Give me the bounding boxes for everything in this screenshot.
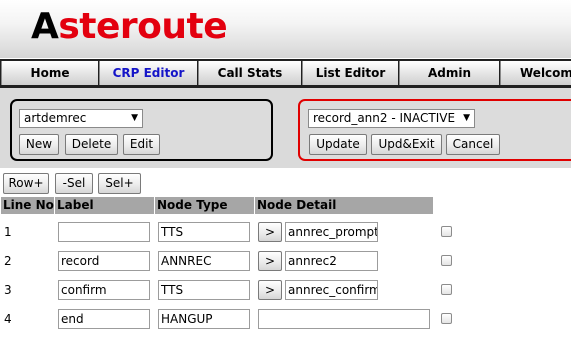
row-select-checkbox[interactable] — [441, 255, 452, 266]
main-nav: Home CRP Editor Call Stats List Editor A… — [0, 59, 571, 88]
app-logo: Asteroute — [31, 4, 228, 50]
nav-admin[interactable]: Admin — [399, 61, 499, 85]
header-label: Label — [55, 197, 154, 214]
row-select-checkbox[interactable] — [441, 313, 452, 324]
crp-edit-panel: record_ann2 - INACTIVE ▼ Update Upd&Exit… — [298, 99, 571, 161]
nav-home[interactable]: Home — [1, 61, 98, 85]
label-input[interactable]: confirm — [58, 280, 150, 300]
header-line-no: Line No — [1, 197, 54, 214]
node-detail-input[interactable]: annrec2 — [285, 251, 378, 271]
node-type-input[interactable]: TTS — [158, 222, 250, 242]
logo-rest: steroute — [58, 6, 228, 47]
header: Asteroute — [0, 0, 571, 58]
deselect-button[interactable]: -Sel — [55, 173, 93, 194]
nav-call-stats[interactable]: Call Stats — [198, 61, 301, 85]
node-detail-button[interactable]: > — [258, 280, 282, 300]
cancel-button[interactable]: Cancel — [446, 134, 500, 155]
crp-select-panel: artdemrec ▼ New Delete Edit — [10, 99, 273, 161]
label-input[interactable] — [58, 222, 150, 242]
nav-list-editor[interactable]: List Editor — [302, 61, 398, 85]
toolbar: artdemrec ▼ New Delete Edit record_ann2 … — [0, 88, 571, 168]
node-detail-button[interactable]: > — [258, 251, 282, 271]
crp-select-value: artdemrec — [24, 111, 87, 125]
node-detail-input[interactable] — [258, 309, 430, 329]
crp-select[interactable]: artdemrec ▼ — [19, 109, 143, 128]
line-number: 4 — [4, 312, 12, 326]
node-type-input[interactable]: HANGUP — [158, 309, 250, 329]
label-input[interactable]: end — [58, 309, 150, 329]
line-number: 2 — [4, 254, 12, 268]
node-detail-button[interactable]: > — [258, 222, 282, 242]
crp-status-select-value: record_ann2 - INACTIVE — [313, 111, 456, 125]
nav-welcome[interactable]: Welcome — [500, 61, 571, 85]
dropdown-arrow-icon: ▼ — [463, 113, 470, 123]
crp-status-select[interactable]: record_ann2 - INACTIVE ▼ — [308, 109, 475, 128]
node-detail-input[interactable]: annrec_prompt — [285, 222, 378, 242]
node-detail-input[interactable]: annrec_confirm — [285, 280, 378, 300]
node-type-input[interactable]: TTS — [158, 280, 250, 300]
edit-button[interactable]: Edit — [123, 134, 160, 155]
row-select-checkbox[interactable] — [441, 226, 452, 237]
header-node-detail: Node Detail — [255, 197, 433, 214]
line-number: 3 — [4, 283, 12, 297]
delete-button[interactable]: Delete — [65, 134, 118, 155]
line-number: 1 — [4, 225, 12, 239]
new-button[interactable]: New — [19, 134, 59, 155]
update-exit-button[interactable]: Upd&Exit — [371, 134, 442, 155]
label-input[interactable]: record — [58, 251, 150, 271]
header-node-type: Node Type — [155, 197, 254, 214]
dropdown-arrow-icon: ▼ — [131, 113, 138, 123]
add-row-button[interactable]: Row+ — [3, 173, 49, 194]
update-button[interactable]: Update — [309, 134, 367, 155]
select-button[interactable]: Sel+ — [98, 173, 141, 194]
logo-first-letter: A — [31, 6, 59, 47]
node-type-input[interactable]: ANNREC — [158, 251, 250, 271]
nav-crp-editor[interactable]: CRP Editor — [99, 61, 197, 85]
row-select-checkbox[interactable] — [441, 284, 452, 295]
